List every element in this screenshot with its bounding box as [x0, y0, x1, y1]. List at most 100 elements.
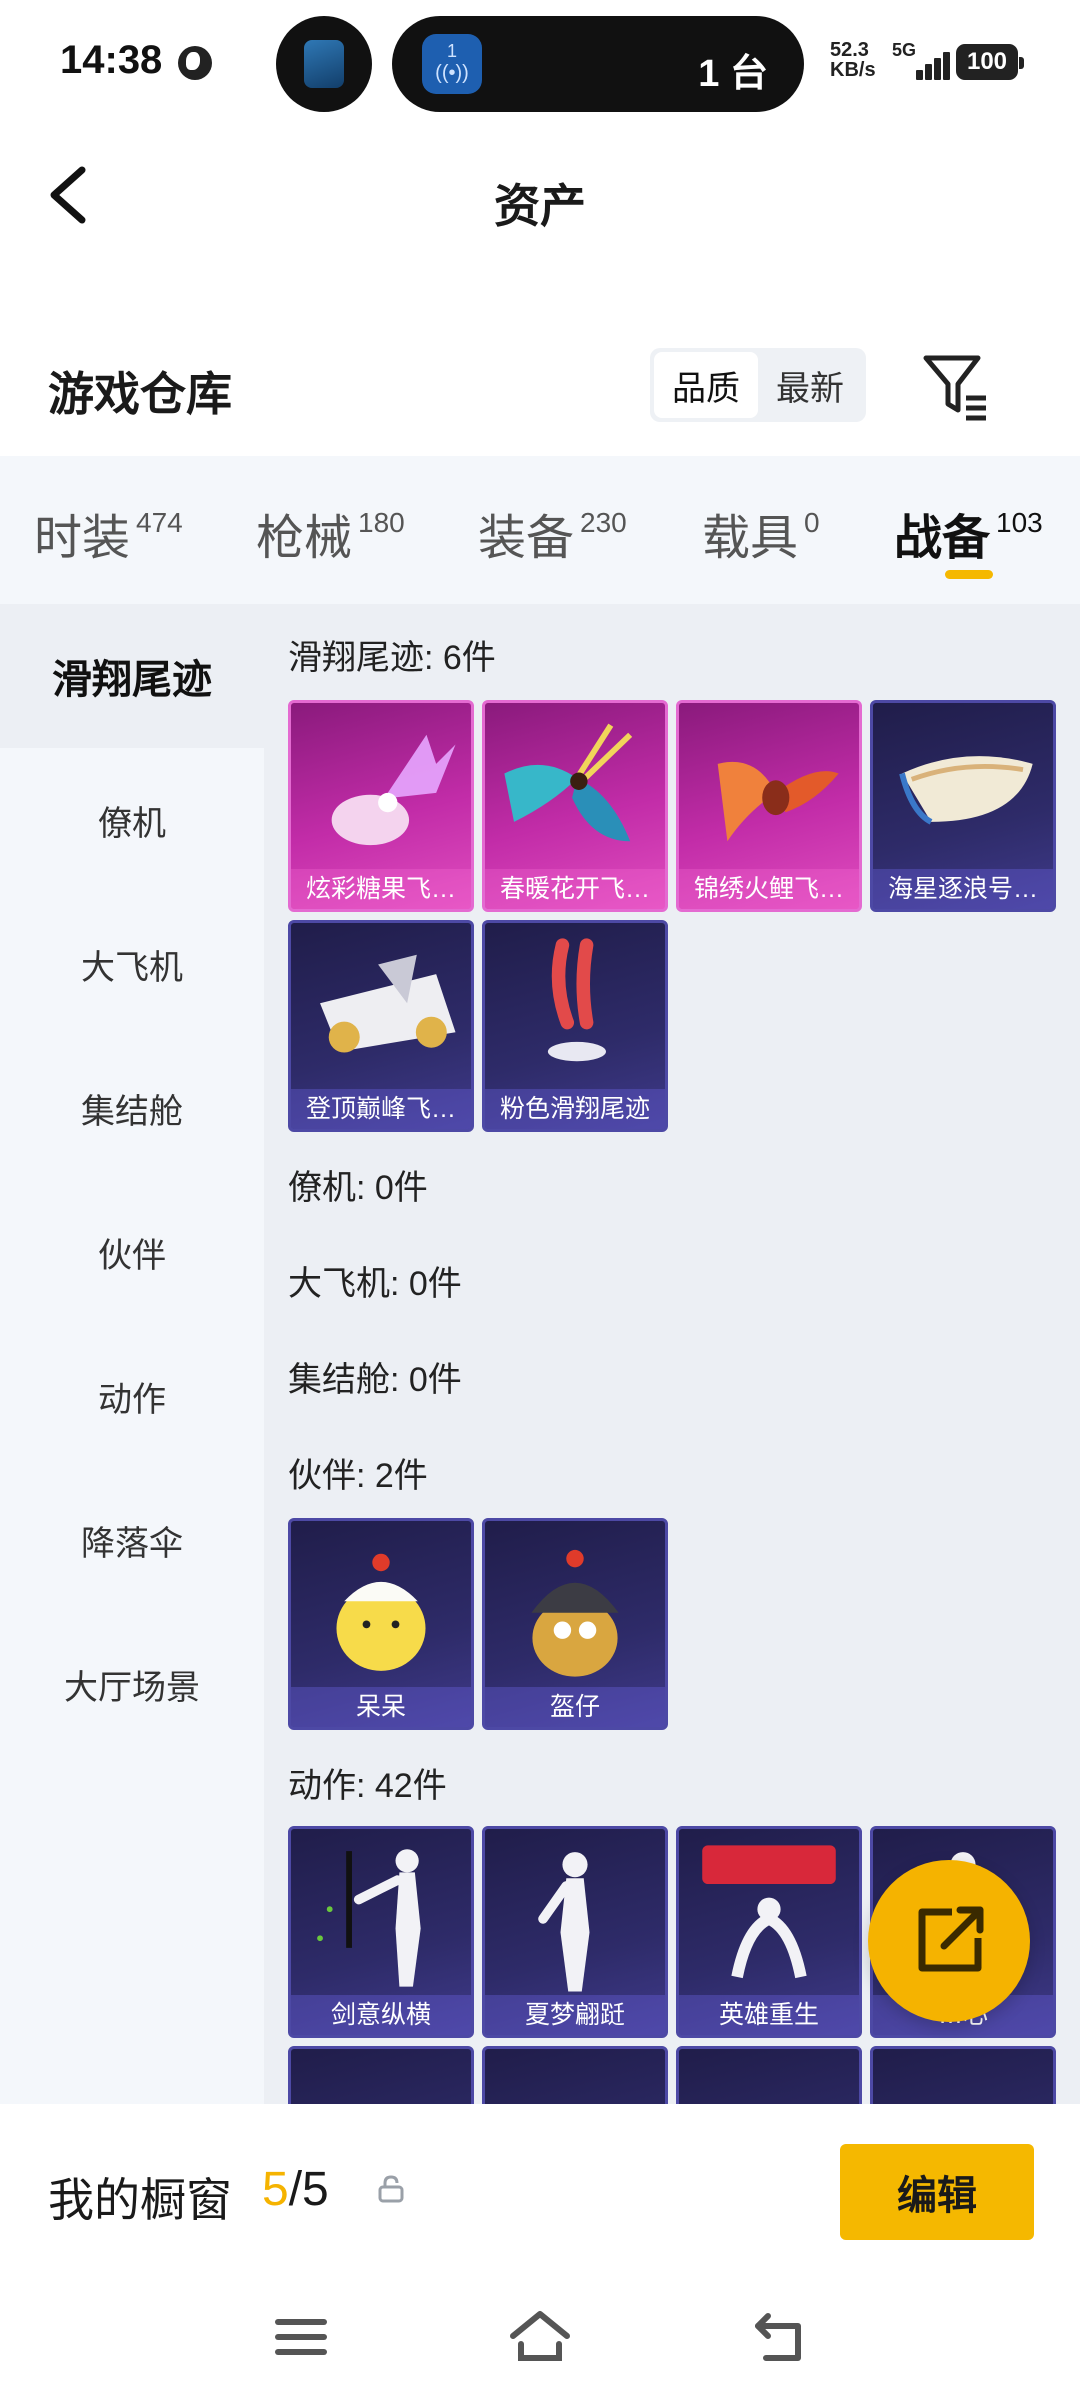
page-title: 资产 [494, 180, 586, 232]
home-button[interactable] [505, 2302, 575, 2372]
status-time: 14:38 [60, 38, 163, 82]
menu-icon [275, 2319, 327, 2355]
showcase-label: 我的橱窗 [48, 2174, 232, 2226]
back-button[interactable] [40, 160, 110, 230]
dance-emote-image [538, 1852, 590, 1992]
chick-partner-image [336, 1553, 426, 1671]
item-tile[interactable]: 粉色滑翔尾迹 [482, 920, 668, 1132]
tab-count: 230 [580, 507, 627, 538]
signal-icon [912, 44, 952, 80]
item-tile[interactable]: 盔仔 [482, 1518, 668, 1730]
nav-back-button[interactable] [746, 2302, 816, 2372]
hero-emote-image [702, 1845, 836, 1979]
item-name: 海星逐浪号… [873, 869, 1053, 909]
battery-icon: 100 [956, 44, 1024, 80]
status-bar: 14:38 1 ((•)) 1 台 52.3 KB/s 5G 100 [0, 0, 1080, 130]
item-tile[interactable] [288, 2046, 474, 2104]
device-count: 1 台 [698, 53, 768, 95]
filter-icon [923, 355, 986, 421]
tab-fashion[interactable]: 时装 474 [34, 498, 183, 568]
chevron-left-icon [50, 166, 86, 224]
tab-equipment[interactable]: 装备 230 [478, 498, 627, 568]
speed-value: 52.3 [830, 39, 869, 61]
filter-button[interactable] [920, 350, 992, 422]
sidebar-item-parachute[interactable]: 降落伞 [0, 1468, 264, 1612]
item-tile[interactable]: 夏梦翩跹 [482, 1826, 668, 2038]
item-tile[interactable]: 锦绣火鲤飞… [676, 700, 862, 912]
warehouse-title: 游戏仓库 [48, 368, 232, 420]
boat-glider-image [899, 756, 1033, 825]
dynamic-island[interactable]: 1 ((•)) 1 台 [392, 16, 804, 112]
item-name: 炫彩糖果飞… [291, 869, 471, 909]
showcase-separator: / [288, 2163, 303, 2216]
sort-newest-option[interactable]: 最新 [758, 352, 862, 418]
item-name: 夏梦翩跹 [485, 1995, 665, 2035]
item-tile[interactable]: 英雄重生 [676, 1826, 862, 2038]
section-title-glide: 滑翔尾迹: 6件 [288, 639, 496, 677]
showcase-current: 5 [262, 2163, 289, 2216]
section-title-pod: 集结舱: 0件 [288, 1361, 462, 1399]
tab-count: 474 [136, 507, 183, 538]
carp-glider-image [717, 761, 839, 842]
item-tile[interactable] [870, 2046, 1056, 2104]
globe-icon [178, 46, 212, 80]
item-name: 盔仔 [485, 1687, 665, 1727]
sidebar-item-lobby-scene[interactable]: 大厅场景 [0, 1612, 264, 1756]
tab-guns[interactable]: 枪械 180 [256, 498, 405, 568]
active-tab-indicator [945, 570, 993, 579]
system-nav-bar [0, 2274, 1080, 2400]
cast-label: 1 [446, 41, 457, 61]
tab-count: 103 [996, 507, 1043, 538]
item-name: 登顶巅峰飞… [291, 1089, 471, 1129]
showcase-total: 5 [302, 2163, 329, 2216]
sword-emote-image [317, 1849, 421, 1987]
sidebar-item-pod[interactable]: 集结舱 [0, 1036, 264, 1180]
showcase-count: 5/5 [262, 2162, 329, 2217]
section-title-wingman: 僚机: 0件 [288, 1169, 428, 1207]
tab-label: 战备 [894, 512, 991, 565]
sort-quality-option[interactable]: 品质 [654, 352, 758, 418]
sidebar-item-glide-trail[interactable]: 滑翔尾迹 [0, 604, 264, 748]
app-notification-icon[interactable] [276, 16, 372, 112]
item-tile[interactable]: 剑意纵横 [288, 1826, 474, 2038]
sidebar-item-wingman[interactable]: 僚机 [0, 748, 264, 892]
category-tabs: 时装 474 枪械 180 装备 230 载具 0 战备 103 [0, 456, 1080, 604]
item-tile[interactable]: 海星逐浪号… [870, 700, 1056, 912]
tab-label: 装备 [478, 512, 575, 565]
menu-button[interactable] [266, 2302, 336, 2372]
sidebar-item-plane[interactable]: 大飞机 [0, 892, 264, 1036]
sidebar-item-emote[interactable]: 动作 [0, 1324, 264, 1468]
item-name: 锦绣火鲤飞… [679, 869, 859, 909]
item-tile[interactable]: 呆呆 [288, 1518, 474, 1730]
app-header: 资产 [0, 130, 1080, 260]
summit-glider-image [320, 954, 456, 1053]
edit-button[interactable]: 编辑 [840, 2144, 1034, 2240]
item-tile[interactable] [676, 2046, 862, 2104]
item-tile[interactable] [482, 2046, 668, 2104]
item-name: 英雄重生 [679, 1995, 859, 2035]
item-name: 粉色滑翔尾迹 [485, 1089, 665, 1129]
item-tile[interactable]: 登顶巅峰飞… [288, 920, 474, 1132]
tab-label: 枪械 [256, 512, 353, 565]
cast-icon: 1 ((•)) [422, 34, 482, 94]
section-title-partner: 伙伴: 2件 [288, 1457, 428, 1495]
tab-label: 载具 [702, 512, 799, 565]
sidebar-item-partner[interactable]: 伙伴 [0, 1180, 264, 1324]
tab-count: 0 [804, 507, 820, 538]
item-name: 呆呆 [291, 1687, 471, 1727]
tab-vehicles[interactable]: 载具 0 [702, 498, 820, 568]
candy-glider-image [331, 734, 456, 846]
tab-battle-gear[interactable]: 战备 103 [894, 498, 1043, 568]
item-tile[interactable]: 春暖花开飞… [482, 700, 668, 912]
helmet-chick-partner-image [531, 1549, 619, 1677]
speed-unit: KB/s [830, 59, 876, 81]
lock-icon [378, 2175, 404, 2203]
tab-count: 180 [358, 507, 405, 538]
network-speed: 52.3 KB/s [830, 40, 886, 80]
showcase-bar: 我的橱窗 5/5 编辑 [0, 2104, 1080, 2274]
section-title-plane: 大飞机: 0件 [288, 1265, 462, 1303]
item-tile[interactable]: 炫彩糖果飞… [288, 700, 474, 912]
butterfly-glider-image [504, 723, 633, 842]
item-name: 剑意纵横 [291, 1995, 471, 2035]
share-button[interactable] [868, 1860, 1030, 2022]
